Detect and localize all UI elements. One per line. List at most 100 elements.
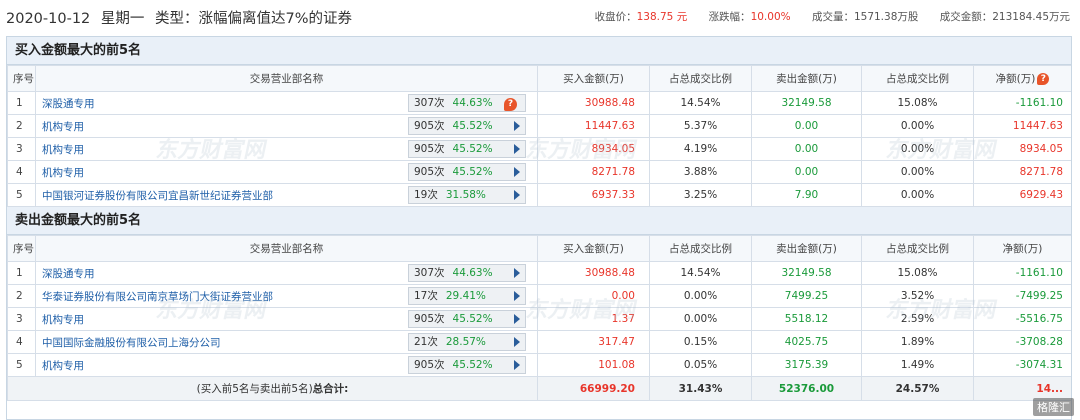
branch-name-link[interactable]: 深股通专用 bbox=[42, 266, 95, 281]
branch-stats-button[interactable]: 307次 44.63%? bbox=[408, 94, 526, 112]
buy-amount: 6937.33 bbox=[537, 183, 650, 207]
trade-count: 905次 bbox=[414, 313, 445, 325]
table-row: 2 机构专用 905次 45.52% 11447.63 5.37% 0.00 0.00% 114… bbox=[7, 114, 1071, 138]
weekday-text: 星期一 bbox=[100, 11, 145, 27]
table-row: 3 机构专用 905次 45.52% 1.37 0.00% 5518.12 2.59% -551… bbox=[7, 307, 1071, 331]
dragon-tiger-panel: 买入金额最大的前5名 序号 交易营业部名称 买入金额(万) 占总成交比例 卖出金… bbox=[6, 36, 1072, 420]
col-sell-ratio: 占总成交比例 bbox=[861, 235, 974, 262]
col-sell: 卖出金额(万) bbox=[751, 65, 862, 92]
sell-amount: 32149.58 bbox=[751, 261, 862, 285]
trade-count: 905次 bbox=[414, 166, 445, 178]
branch-stats-button[interactable]: 905次 45.52% bbox=[408, 117, 526, 135]
play-icon bbox=[514, 268, 520, 278]
row-seq: 1 bbox=[7, 91, 36, 115]
branch-stats-button[interactable]: 21次 28.57% bbox=[408, 333, 526, 351]
help-icon[interactable]: ? bbox=[504, 98, 517, 111]
table-row: 4 中国国际金融股份有限公司上海分公司 21次 28.57% 317.47 0.15% 40… bbox=[7, 330, 1071, 354]
branch-name-link[interactable]: 深股通专用 bbox=[42, 96, 95, 111]
buy-amount: 317.47 bbox=[537, 330, 650, 354]
branch-name-link[interactable]: 华泰证券股份有限公司南京草场门大街证券营业部 bbox=[42, 289, 273, 304]
col-net: 净额(万) bbox=[973, 235, 1071, 262]
branch-stats-button[interactable]: 19次 31.58% bbox=[408, 186, 526, 204]
net-amount: -5516.75 bbox=[973, 307, 1071, 331]
net-amount: -1161.10 bbox=[973, 261, 1071, 285]
win-rate: 45.52% bbox=[452, 120, 493, 132]
branch-name-link[interactable]: 机构专用 bbox=[42, 119, 84, 134]
win-rate: 45.52% bbox=[452, 166, 493, 178]
buy-table: 序号 交易营业部名称 买入金额(万) 占总成交比例 卖出金额(万) 占总成交比例… bbox=[7, 65, 1071, 207]
row-seq: 4 bbox=[7, 160, 36, 184]
sell-table-body: 1 深股通专用 307次 44.63% 30988.48 14.54% 32149.58 15… bbox=[7, 261, 1071, 377]
total-sell: 52376.00 bbox=[751, 376, 862, 401]
buy-amount: 1.37 bbox=[537, 307, 650, 331]
sell-amount: 4025.75 bbox=[751, 330, 862, 354]
branch-stats-button[interactable]: 17次 29.41% bbox=[408, 287, 526, 305]
branch-stats-button[interactable]: 905次 45.52% bbox=[408, 163, 526, 181]
sell-ratio: 1.49% bbox=[861, 353, 974, 377]
win-rate: 44.63% bbox=[452, 267, 493, 279]
buy-ratio: 14.54% bbox=[649, 91, 752, 115]
buy-table-header: 序号 交易营业部名称 买入金额(万) 占总成交比例 卖出金额(万) 占总成交比例… bbox=[7, 65, 1071, 92]
branch-stats-button[interactable]: 905次 45.52% bbox=[408, 310, 526, 328]
buy-ratio: 0.00% bbox=[649, 284, 752, 308]
table-row: 5 机构专用 905次 45.52% 101.08 0.05% 3175.39 1.49% -3… bbox=[7, 353, 1071, 377]
row-seq: 4 bbox=[7, 330, 36, 354]
branch-cell: 机构专用 905次 45.52% bbox=[35, 353, 538, 377]
trade-count: 307次 bbox=[414, 267, 445, 279]
row-seq: 5 bbox=[7, 353, 36, 377]
branch-name-link[interactable]: 机构专用 bbox=[42, 165, 84, 180]
win-rate: 28.57% bbox=[445, 336, 486, 348]
branch-name-link[interactable]: 机构专用 bbox=[42, 358, 84, 373]
col-net: 净额(万)? bbox=[973, 65, 1071, 92]
win-rate: 29.41% bbox=[445, 290, 486, 302]
help-icon[interactable]: ? bbox=[1037, 73, 1050, 85]
buy-amount: 0.00 bbox=[537, 284, 650, 308]
table-row: 4 机构专用 905次 45.52% 8271.78 3.88% 0.00 0.00% 8271… bbox=[7, 160, 1071, 184]
play-icon bbox=[514, 291, 520, 301]
turnover-amount: 成交金额：213184.45万元 bbox=[939, 11, 1070, 23]
buy-ratio: 4.19% bbox=[649, 137, 752, 161]
sell-ratio: 15.08% bbox=[861, 261, 974, 285]
net-amount: -7499.25 bbox=[973, 284, 1071, 308]
branch-stats-button[interactable]: 307次 44.63% bbox=[408, 264, 526, 282]
branch-name-link[interactable]: 中国银河证券股份有限公司宜昌新世纪证券营业部 bbox=[42, 188, 273, 203]
row-seq: 2 bbox=[7, 284, 36, 308]
net-amount: -1161.10 bbox=[973, 91, 1071, 115]
branch-stats-button[interactable]: 905次 45.52% bbox=[408, 140, 526, 158]
branch-cell: 深股通专用 307次 44.63%? bbox=[35, 91, 538, 115]
sell-ratio: 1.89% bbox=[861, 330, 974, 354]
trade-count: 21次 bbox=[414, 336, 438, 348]
branch-name-link[interactable]: 机构专用 bbox=[42, 312, 84, 327]
sell-ratio: 0.00% bbox=[861, 160, 974, 184]
row-seq: 5 bbox=[7, 183, 36, 207]
sell-amount: 32149.58 bbox=[751, 91, 862, 115]
branch-name-link[interactable]: 机构专用 bbox=[42, 142, 84, 157]
play-icon bbox=[514, 121, 520, 131]
branch-name-link[interactable]: 中国国际金融股份有限公司上海分公司 bbox=[42, 335, 221, 350]
col-seq: 序号 bbox=[7, 65, 36, 92]
col-buy: 买入金额(万) bbox=[537, 65, 650, 92]
play-icon bbox=[514, 190, 520, 200]
total-buy: 66999.20 bbox=[537, 376, 650, 401]
buy-amount: 101.08 bbox=[537, 353, 650, 377]
win-rate: 45.52% bbox=[452, 143, 493, 155]
top-info-bar: 2020-10-12 星期一 类型：涨幅偏离值达7%的证券 收盘价：138.75… bbox=[0, 0, 1080, 34]
col-buy-ratio: 占总成交比例 bbox=[649, 65, 752, 92]
total-row: (买入前5名与卖出前5名)总合计: 66999.20 31.43% 52376.… bbox=[7, 376, 1071, 401]
buy-ratio: 3.25% bbox=[649, 183, 752, 207]
branch-cell: 中国国际金融股份有限公司上海分公司 21次 28.57% bbox=[35, 330, 538, 354]
buy-ratio: 3.88% bbox=[649, 160, 752, 184]
sell-ratio: 0.00% bbox=[861, 183, 974, 207]
net-amount: -3708.28 bbox=[973, 330, 1071, 354]
play-icon bbox=[514, 360, 520, 370]
change-rate: 涨跌幅：10.00% bbox=[708, 11, 791, 23]
table-row: 5 中国银河证券股份有限公司宜昌新世纪证券营业部 19次 31.58% 6937.33 3… bbox=[7, 183, 1071, 207]
branch-stats-button[interactable]: 905次 45.52% bbox=[408, 356, 526, 374]
total-net: 14... bbox=[973, 376, 1071, 401]
net-amount: 6929.43 bbox=[973, 183, 1071, 207]
buy-amount: 8934.05 bbox=[537, 137, 650, 161]
win-rate: 45.52% bbox=[452, 359, 493, 371]
col-buy-ratio: 占总成交比例 bbox=[649, 235, 752, 262]
sell-table: 序号 交易营业部名称 买入金额(万) 占总成交比例 卖出金额(万) 占总成交比例… bbox=[7, 235, 1071, 401]
total-buy-ratio: 31.43% bbox=[649, 376, 752, 401]
